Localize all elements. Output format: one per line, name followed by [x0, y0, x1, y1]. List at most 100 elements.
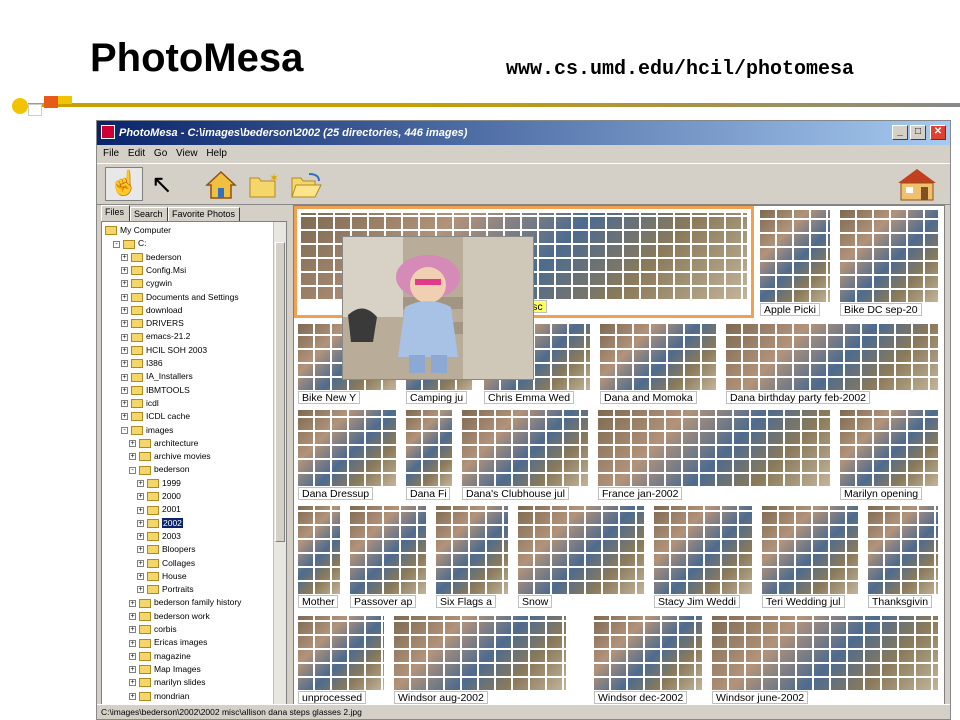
tree-item[interactable]: + HCIL SOH 2003: [121, 344, 207, 357]
photo-group[interactable]: Bike DC sep-20: [836, 206, 942, 318]
expand-toggle-icon[interactable]: +: [121, 373, 128, 381]
tab-favorite-photos[interactable]: Favorite Photos: [168, 207, 240, 221]
photo-group[interactable]: Snow: [514, 502, 648, 610]
expand-toggle-icon[interactable]: +: [121, 400, 128, 408]
photo-group[interactable]: Dana Fi: [402, 406, 456, 502]
tree-item[interactable]: + magazine: [129, 650, 191, 663]
expand-toggle-icon[interactable]: +: [129, 639, 136, 647]
tree-item[interactable]: + Portraits: [137, 583, 194, 596]
scrollbar-thumb[interactable]: [275, 242, 285, 542]
expand-toggle-icon[interactable]: +: [121, 307, 128, 315]
expand-toggle-icon[interactable]: +: [121, 293, 128, 301]
house-icon[interactable]: [894, 167, 940, 201]
photo-thumbnails[interactable]: [840, 210, 938, 302]
tree-item[interactable]: + ICDL cache: [121, 410, 190, 423]
expand-toggle-icon[interactable]: -: [129, 466, 136, 474]
expand-toggle-icon[interactable]: -: [121, 426, 128, 434]
minimize-button[interactable]: _: [892, 125, 908, 140]
photo-thumbnails[interactable]: [298, 506, 340, 594]
photo-group[interactable]: Windsor dec-2002: [590, 612, 706, 704]
menu-help[interactable]: Help: [206, 148, 227, 159]
photo-thumbnails[interactable]: [350, 506, 426, 594]
tree-item[interactable]: + IBMTOOLS: [121, 384, 190, 397]
expand-toggle-icon[interactable]: +: [121, 267, 128, 275]
expand-toggle-icon[interactable]: +: [121, 386, 128, 394]
photo-group[interactable]: Dana and Momoka: [596, 320, 720, 406]
tree-item[interactable]: - images: [121, 424, 173, 437]
photo-group[interactable]: Dana's Clubhouse jul: [458, 406, 592, 502]
photo-thumbnails[interactable]: [654, 506, 752, 594]
tab-files[interactable]: Files: [101, 205, 130, 221]
expand-toggle-icon[interactable]: +: [121, 320, 128, 328]
photo-thumbnails[interactable]: [462, 410, 588, 486]
photo-group[interactable]: Apple Picki: [756, 206, 834, 318]
expand-toggle-icon[interactable]: +: [121, 360, 128, 368]
expand-toggle-icon[interactable]: +: [129, 599, 136, 607]
photo-group[interactable]: Stacy Jim Weddi: [650, 502, 756, 610]
expand-toggle-icon[interactable]: +: [121, 253, 128, 261]
tree-item[interactable]: +2003: [137, 530, 181, 543]
photo-thumbnails[interactable]: [760, 210, 830, 302]
expand-toggle-icon[interactable]: +: [129, 652, 136, 660]
tree-item[interactable]: + cygwin: [121, 277, 172, 290]
photo-group[interactable]: Marilyn opening: [836, 406, 942, 502]
expand-toggle-icon[interactable]: +: [137, 493, 144, 501]
new-folder-icon[interactable]: ✶: [249, 172, 279, 198]
photo-thumbnails[interactable]: [436, 506, 508, 594]
expand-toggle-icon[interactable]: +: [137, 573, 144, 581]
tree-item[interactable]: + architecture: [129, 437, 198, 450]
photo-group[interactable]: Dana birthday party feb-2002: [722, 320, 942, 406]
maximize-button[interactable]: □: [910, 125, 926, 140]
expand-toggle-icon[interactable]: +: [137, 546, 144, 554]
tree-item[interactable]: - bederson: [129, 463, 189, 476]
zoomed-photo-preview[interactable]: [342, 236, 534, 380]
open-folder-icon[interactable]: [291, 172, 323, 198]
photo-group[interactable]: Thanksgivin: [864, 502, 942, 610]
expand-toggle-icon[interactable]: +: [137, 479, 144, 487]
tree-item[interactable]: + archive movies: [129, 450, 211, 463]
photo-thumbnails[interactable]: [298, 616, 384, 690]
tree-item[interactable]: + icdl: [121, 397, 159, 410]
photo-thumbnails[interactable]: [600, 324, 716, 390]
photo-mesa-view[interactable]: miscApple PickiBike DC sep-20Bike New YC…: [293, 205, 945, 705]
photo-group[interactable]: Teri Wedding jul: [758, 502, 862, 610]
expand-toggle-icon[interactable]: +: [121, 346, 128, 354]
tree-item[interactable]: +2002: [137, 517, 183, 530]
expand-toggle-icon[interactable]: +: [129, 612, 136, 620]
photo-group[interactable]: Windsor aug-2002: [390, 612, 570, 704]
hand-icon[interactable]: ☝: [105, 167, 143, 201]
expand-toggle-icon[interactable]: +: [137, 559, 144, 567]
expand-toggle-icon[interactable]: +: [121, 280, 128, 288]
tree-item[interactable]: + corbis: [129, 623, 177, 636]
expand-toggle-icon[interactable]: +: [129, 440, 136, 448]
expand-toggle-icon[interactable]: +: [129, 666, 136, 674]
photo-group[interactable]: Dana Dressup: [294, 406, 400, 502]
menu-edit[interactable]: Edit: [128, 148, 145, 159]
tree-item[interactable]: + House: [137, 570, 187, 583]
tree-item[interactable]: - C:: [113, 237, 147, 250]
expand-toggle-icon[interactable]: +: [121, 333, 128, 341]
expand-toggle-icon[interactable]: +: [137, 506, 144, 514]
tree-item[interactable]: + Documents and Settings: [121, 291, 239, 304]
expand-toggle-icon[interactable]: +: [121, 413, 128, 421]
menu-go[interactable]: Go: [154, 148, 167, 159]
tab-search[interactable]: Search: [130, 207, 168, 221]
tree-scrollbar[interactable]: [273, 222, 286, 704]
tree-item[interactable]: + Ericas images: [129, 636, 207, 649]
tree-item[interactable]: + marilyn slides: [129, 676, 206, 689]
tree-item[interactable]: + Map Images: [129, 663, 201, 676]
photo-group[interactable]: France jan-2002: [594, 406, 834, 502]
tree-item[interactable]: +1999: [137, 477, 181, 490]
photo-group[interactable]: unprocessed: [294, 612, 388, 704]
tree-item[interactable]: + DRIVERS: [121, 317, 184, 330]
tree-item[interactable]: + download: [121, 304, 182, 317]
menu-view[interactable]: View: [176, 148, 198, 159]
photo-thumbnails[interactable]: [518, 506, 644, 594]
expand-toggle-icon[interactable]: +: [129, 679, 136, 687]
pointer-arrow-icon[interactable]: ↖: [151, 170, 173, 198]
photo-thumbnails[interactable]: [598, 410, 830, 486]
photo-group[interactable]: Mother: [294, 502, 344, 610]
expand-toggle-icon[interactable]: +: [137, 586, 144, 594]
photo-thumbnails[interactable]: [394, 616, 566, 690]
tree-item[interactable]: + I386: [121, 357, 163, 370]
